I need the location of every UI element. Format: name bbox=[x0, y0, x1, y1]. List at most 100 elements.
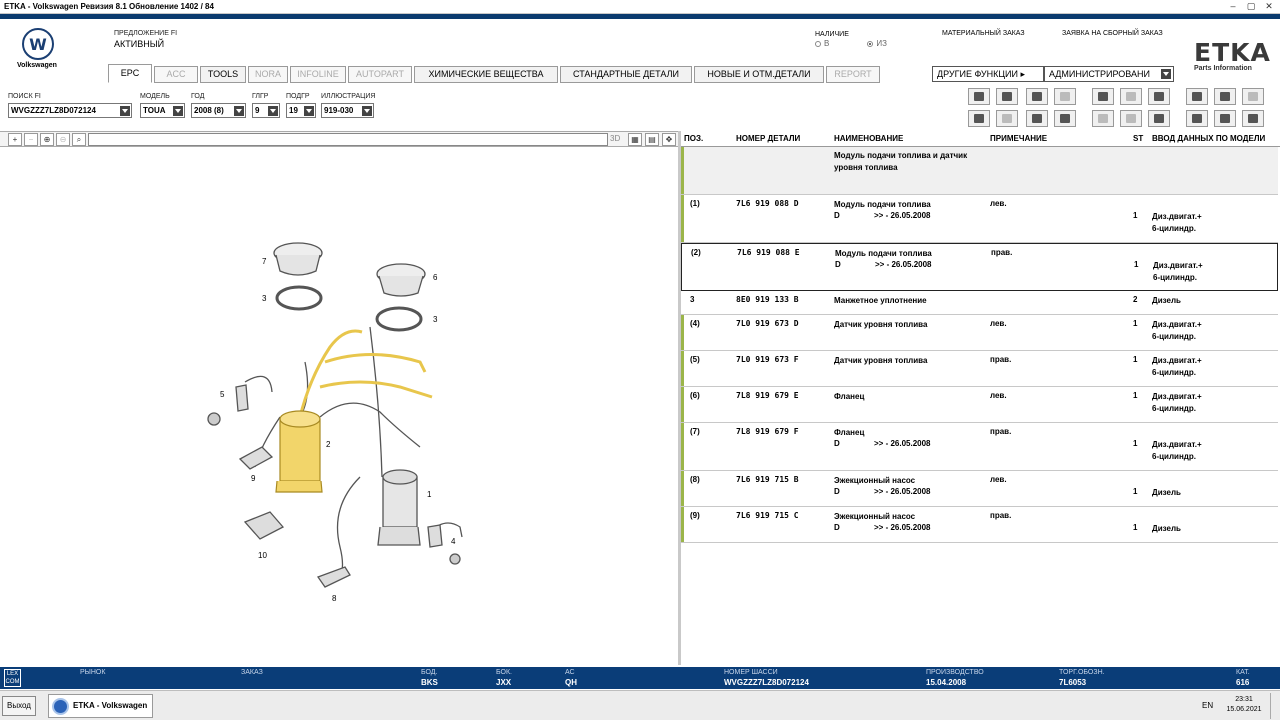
col-note[interactable]: ПРИМЕЧАНИЕ bbox=[990, 134, 1047, 143]
pin-icon[interactable] bbox=[1186, 88, 1208, 105]
table-row-selected[interactable]: (2) 7L6 919 088 E Модуль подачи топлива … bbox=[681, 243, 1278, 291]
zoom-in-icon[interactable]: + bbox=[8, 133, 22, 146]
table-view-icon[interactable]: ▤ bbox=[645, 133, 659, 146]
view-icon[interactable] bbox=[968, 110, 990, 127]
table-row[interactable]: (6) 7L8 919 679 E Фланец лев. 1 Диз.двиг… bbox=[681, 387, 1278, 423]
tools-icon[interactable] bbox=[1026, 88, 1048, 105]
zoom-out-icon[interactable]: − bbox=[24, 133, 38, 146]
language-indicator[interactable]: EN bbox=[1202, 701, 1213, 710]
admin-menu[interactable]: АДМИНИСТРИРОВАНИ bbox=[1044, 66, 1174, 82]
model-select[interactable]: TOUA bbox=[140, 103, 185, 118]
group-title-line2: уровня топлива bbox=[834, 163, 898, 172]
key-icon[interactable] bbox=[996, 110, 1018, 127]
admin-label: АДМИНИСТРИРОВАНИ bbox=[1049, 69, 1150, 79]
table-group-row[interactable]: Модуль подачи топлива и датчик уровня топ… bbox=[681, 147, 1278, 195]
row-model: Диз.двигат.+ 6-цилиндр. bbox=[1152, 439, 1202, 463]
list-filter-icon[interactable] bbox=[1054, 110, 1076, 127]
material-order-link[interactable]: МАТЕРИАЛЬНЫЙ ЗАКАЗ bbox=[942, 30, 1025, 37]
print-icon[interactable] bbox=[968, 88, 990, 105]
search-icon[interactable]: ⌕ bbox=[72, 133, 86, 146]
table-row[interactable]: (8) 7L6 919 715 B Эжекционный насос D >>… bbox=[681, 471, 1278, 507]
assembly-order-link[interactable]: ЗАЯВКА НА СБОРНЫЙ ЗАКАЗ bbox=[1062, 30, 1163, 37]
table-row[interactable]: (7) 7L8 919 679 F Фланец D >> - 26.05.20… bbox=[681, 423, 1278, 471]
other-functions-menu[interactable]: ДРУГИЕ ФУНКЦИИ ▸ bbox=[932, 66, 1044, 82]
chevron-down-icon[interactable] bbox=[268, 106, 278, 116]
tray-clock[interactable]: 23:31 15.06.2021 bbox=[1222, 695, 1266, 715]
search-fi-value: WVGZZZ7LZ8D072124 bbox=[11, 106, 96, 115]
tab-chemicals[interactable]: ХИМИЧЕСКИЕ ВЕЩЕСТВА bbox=[414, 66, 558, 83]
copy-icon[interactable] bbox=[1092, 110, 1114, 127]
split-view-icon[interactable]: ▦ bbox=[628, 133, 642, 146]
tab-standard-parts[interactable]: СТАНДАРТНЫЕ ДЕТАЛИ bbox=[560, 66, 692, 83]
back-icon[interactable] bbox=[1214, 110, 1236, 127]
chevron-down-icon[interactable] bbox=[120, 106, 130, 116]
3d-toggle[interactable]: 3D bbox=[610, 134, 620, 143]
row-date: >> - 26.05.2008 bbox=[874, 211, 931, 220]
tab-acc[interactable]: ACC bbox=[154, 66, 198, 83]
zoom-area-icon[interactable]: ⊖ bbox=[56, 133, 70, 146]
sub-group-select[interactable]: 19 bbox=[286, 103, 316, 118]
chevron-down-icon[interactable] bbox=[234, 106, 244, 116]
chevron-down-icon[interactable] bbox=[362, 106, 372, 116]
radio-iz[interactable]: ИЗ bbox=[867, 39, 887, 48]
chevron-down-icon[interactable] bbox=[304, 106, 314, 116]
minimize-button[interactable]: – bbox=[1226, 1, 1240, 12]
tab-new-parts[interactable]: НОВЫЕ И ОТМ.ДЕТАЛИ bbox=[694, 66, 824, 83]
next-page-icon[interactable] bbox=[1242, 88, 1264, 105]
col-part-no[interactable]: НОМЕР ДЕТАЛИ bbox=[736, 134, 800, 143]
row-st: 1 bbox=[1133, 319, 1138, 328]
first-page-icon[interactable] bbox=[1186, 110, 1208, 127]
tab-autopart[interactable]: AUTOPART bbox=[348, 66, 412, 83]
zoom-fit-icon[interactable]: ⊕ bbox=[40, 133, 54, 146]
cart-add-icon[interactable] bbox=[1148, 88, 1170, 105]
gauge-icon[interactable] bbox=[996, 88, 1018, 105]
table-row[interactable]: (9) 7L6 919 715 C Эжекционный насос D >>… bbox=[681, 507, 1278, 543]
callout-6: 6 bbox=[433, 273, 438, 282]
search-fi-input[interactable]: WVGZZZ7LZ8D072124 bbox=[8, 103, 132, 118]
row-sub: D bbox=[834, 211, 840, 220]
move-icon[interactable]: ✥ bbox=[662, 133, 676, 146]
illustration-area[interactable]: 7 3 6 3 5 2 9 1 10 4 8 bbox=[0, 147, 678, 665]
row-name: Модуль подачи топлива bbox=[834, 200, 931, 209]
search-part-icon[interactable] bbox=[1054, 88, 1076, 105]
callout-2: 2 bbox=[326, 440, 331, 449]
car-icon[interactable] bbox=[1026, 110, 1048, 127]
tab-infoline[interactable]: INFOLINE bbox=[290, 66, 346, 83]
chevron-down-icon[interactable] bbox=[1161, 69, 1171, 79]
elsa-icon[interactable] bbox=[1092, 88, 1114, 105]
play-back-icon[interactable] bbox=[1242, 110, 1264, 127]
status-trade: ТОРГ.ОБОЗН. 7L6053 bbox=[1059, 669, 1105, 687]
col-name[interactable]: НАИМЕНОВАНИЕ bbox=[834, 134, 903, 143]
table-row[interactable]: (1) 7L6 919 088 D Модуль подачи топлива … bbox=[681, 195, 1278, 243]
prev-page-icon[interactable] bbox=[1214, 88, 1236, 105]
chevron-down-icon[interactable] bbox=[173, 106, 183, 116]
main-group-select[interactable]: 9 bbox=[252, 103, 280, 118]
taskbar-app-etka[interactable]: ETKA - Volkswagen bbox=[48, 694, 153, 718]
transfer-icon[interactable] bbox=[1120, 110, 1142, 127]
status-value: 15.04.2008 bbox=[926, 678, 967, 687]
exit-button[interactable]: Выход bbox=[2, 696, 36, 716]
col-st[interactable]: ST bbox=[1133, 134, 1143, 143]
cart-icon[interactable] bbox=[1148, 110, 1170, 127]
col-model-data[interactable]: ВВОД ДАННЫХ ПО МОДЕЛИ bbox=[1152, 134, 1265, 143]
illustration-select[interactable]: 919-030 bbox=[321, 103, 374, 118]
maximize-button[interactable]: ▢ bbox=[1244, 1, 1258, 12]
year-select[interactable]: 2008 (8) bbox=[191, 103, 246, 118]
table-row[interactable]: (5) 7L0 919 673 F Датчик уровня топлива … bbox=[681, 351, 1278, 387]
close-button[interactable]: ✕ bbox=[1262, 1, 1276, 12]
table-row[interactable]: 3 8E0 919 133 B Манжетное уплотнение 2 Д… bbox=[681, 291, 1278, 315]
col-pos[interactable]: ПОЗ. bbox=[684, 134, 703, 143]
status-production: ПРОИЗВОДСТВО 15.04.2008 bbox=[926, 669, 984, 687]
tab-report[interactable]: REPORT bbox=[826, 66, 880, 83]
row-part-no: 7L6 919 088 D bbox=[736, 199, 799, 208]
filter-label: ГЛГР bbox=[252, 93, 269, 100]
info-icon[interactable] bbox=[1120, 88, 1142, 105]
show-desktop-button[interactable] bbox=[1270, 693, 1278, 719]
tab-nora[interactable]: NORA bbox=[248, 66, 288, 83]
tab-epc[interactable]: EPC bbox=[108, 64, 152, 83]
illustration-search-input[interactable] bbox=[88, 133, 608, 146]
table-row[interactable]: (4) 7L0 919 673 D Датчик уровня топлива … bbox=[681, 315, 1278, 351]
tab-tools[interactable]: TOOLS bbox=[200, 66, 246, 83]
radio-b[interactable]: В bbox=[815, 39, 829, 48]
status-value: JXX bbox=[496, 678, 512, 687]
